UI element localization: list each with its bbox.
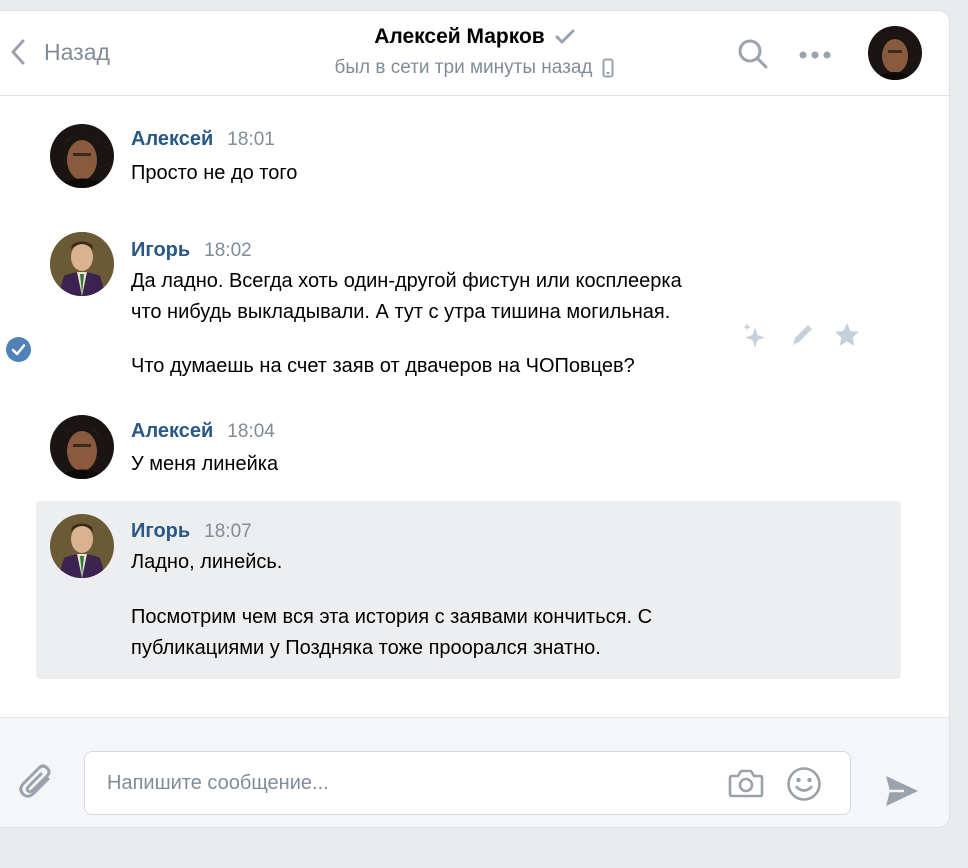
message-line: что нибудь выкладывали. А тут с утра тиш… xyxy=(131,301,671,323)
message-text: У меня линейка xyxy=(131,449,791,480)
chat-window: Назад Алексей Марков был в сети три мину… xyxy=(0,10,950,828)
message-input[interactable] xyxy=(107,752,707,814)
message-input-box[interactable] xyxy=(84,751,851,815)
message-time[interactable]: 18:04 xyxy=(227,421,275,443)
message-line xyxy=(131,578,791,602)
message[interactable]: Алексей 18:04 У меня линейка xyxy=(36,397,901,487)
camera-icon[interactable] xyxy=(728,767,764,804)
message-author[interactable]: Алексей xyxy=(131,128,213,151)
message-line: У меня линейка xyxy=(131,453,279,475)
online-status: был в сети три минуты назад xyxy=(334,57,593,78)
contact-name: Алексей Марков xyxy=(374,25,545,48)
avatar[interactable] xyxy=(50,232,114,296)
paperclip-icon[interactable] xyxy=(18,762,56,807)
message-author[interactable]: Игорь xyxy=(131,520,190,543)
message-line: публикациями у Поздняка тоже проорался з… xyxy=(131,637,601,659)
contact-avatar[interactable] xyxy=(868,26,922,80)
message-author[interactable]: Алексей xyxy=(131,420,213,443)
checkmark-icon xyxy=(555,29,575,44)
message-time[interactable]: 18:02 xyxy=(204,240,252,262)
message-composer xyxy=(0,717,949,827)
message[interactable]: Игорь 18:02 Да ладно. Всегда хоть один-д… xyxy=(36,212,901,392)
message-line: Да ладно. Всегда хоть один-другой фистун… xyxy=(131,270,682,292)
avatar[interactable] xyxy=(50,124,114,188)
chat-header: Назад Алексей Марков был в сети три мину… xyxy=(0,11,949,96)
message-line: Просто не до того xyxy=(131,162,298,184)
message[interactable]: Игорь 18:07 Ладно, линейсь. Посмотрим че… xyxy=(36,501,901,679)
avatar[interactable] xyxy=(50,514,114,578)
smile-icon[interactable] xyxy=(786,766,822,807)
message[interactable]: Алексей 18:01 Просто не до того xyxy=(36,97,901,207)
avatar[interactable] xyxy=(50,415,114,479)
message-line: Посмотрим чем вся эта история с заявами … xyxy=(131,606,653,628)
message-author[interactable]: Игорь xyxy=(131,239,190,262)
selected-check-icon[interactable] xyxy=(6,337,31,362)
message-time[interactable]: 18:07 xyxy=(204,521,252,543)
message-text: Просто не до того xyxy=(131,158,791,189)
more-dots-icon[interactable] xyxy=(798,47,832,65)
message-line: Что думаешь на счет заяв от двачеров на … xyxy=(131,355,635,377)
mobile-phone-icon xyxy=(602,58,614,78)
message-line xyxy=(131,328,791,351)
message-feed: Алексей 18:01 Просто не до того Игорь 18… xyxy=(0,97,949,717)
message-time[interactable]: 18:01 xyxy=(227,129,275,151)
message-line: Ладно, линейсь. xyxy=(131,551,283,573)
message-text: Да ладно. Всегда хоть один-другой фистун… xyxy=(131,266,791,382)
send-icon[interactable] xyxy=(884,774,920,813)
search-icon[interactable] xyxy=(737,38,769,75)
message-text: Ладно, линейсь. Посмотрим чем вся эта ис… xyxy=(131,547,791,664)
